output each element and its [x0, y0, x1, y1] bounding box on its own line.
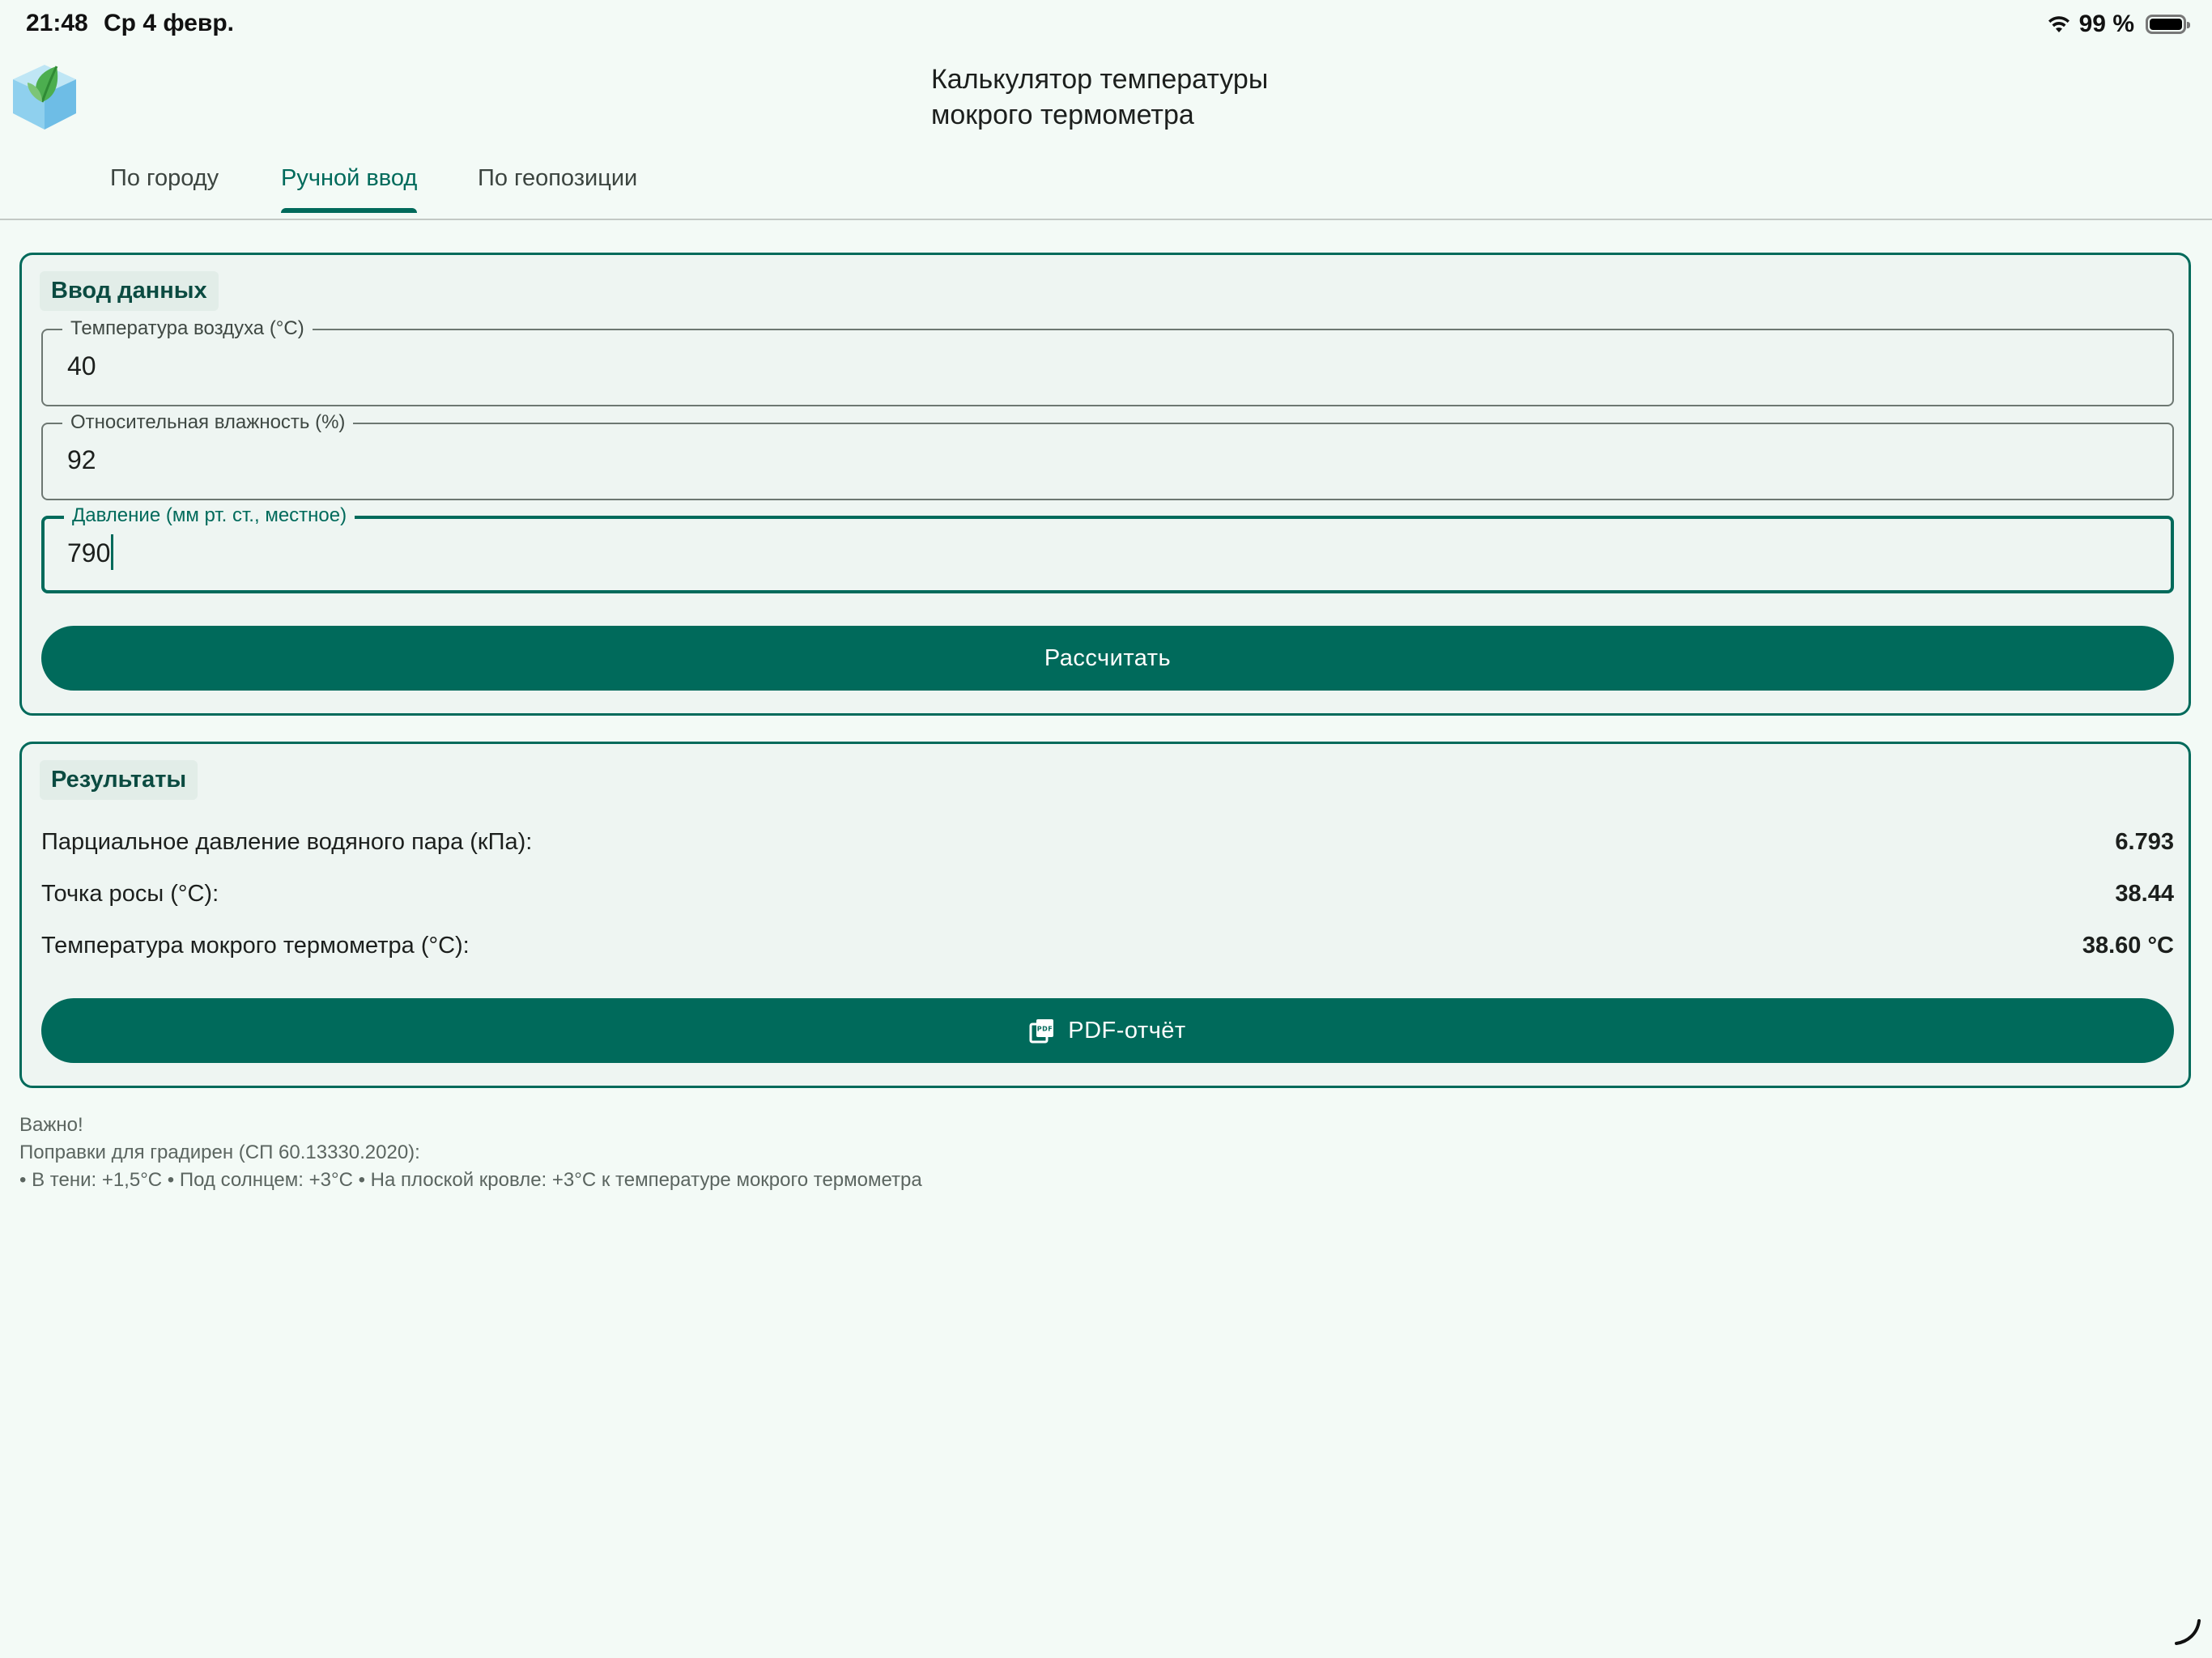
vapor-pressure-value: 6.793 [2115, 829, 2174, 855]
app-logo-icon [13, 65, 76, 130]
result-row-vapor-pressure: Парциальное давление водяного пара (кПа)… [41, 829, 2174, 865]
battery-level [2150, 19, 2182, 30]
pressure-value: 790 [67, 538, 111, 568]
tab-by-city[interactable]: По городу [110, 165, 219, 213]
wet-bulb-label: Температура мокрого термометра (°C): [41, 933, 470, 959]
relative-humidity-value: 92 [67, 445, 96, 474]
status-indicators: 99 % [2047, 8, 2190, 40]
tab-bar: По городу Ручной ввод По геопозиции [0, 154, 2212, 220]
tab-by-geolocation-label: По геопозиции [478, 165, 638, 191]
result-row-wet-bulb: Температура мокрого термометра (°C): 38.… [41, 933, 2174, 968]
tab-by-city-label: По городу [110, 165, 219, 191]
pdf-icon: PDF [1029, 1019, 1054, 1044]
status-date: Ср 4 февр. [104, 10, 234, 36]
air-temperature-value: 40 [67, 351, 96, 380]
wet-bulb-value: 38.60 °C [2082, 933, 2174, 959]
corner-gesture-icon [2175, 1619, 2201, 1645]
wifi-icon [2048, 16, 2069, 32]
dew-point-label: Точка росы (°C): [41, 881, 219, 907]
results-card: Результаты Парциальное давление водяного… [19, 742, 2191, 1088]
relative-humidity-label: Относительная влажность (%) [62, 411, 354, 434]
notes-corrections: • В тени: +1,5°C • Под солнцем: +3°C • Н… [19, 1169, 922, 1191]
tab-manual-input-label: Ручной ввод [281, 165, 418, 191]
pressure-value-container: 790 [67, 534, 114, 570]
vapor-pressure-label: Парциальное давление водяного пара (кПа)… [41, 829, 533, 855]
battery-percent: 99 % [2078, 11, 2134, 37]
calculate-button[interactable]: Рассчитать [41, 626, 2174, 691]
notes: Важно! Поправки для градирен (СП 60.1333… [19, 1112, 922, 1194]
dew-point-value: 38.44 [2115, 881, 2174, 907]
input-card-title: Ввод данных [40, 271, 219, 311]
status-time: 21:48 [26, 10, 88, 36]
page-title-line-1: Калькулятор температуры [931, 64, 1269, 95]
pressure-field[interactable]: Давление (мм рт. ст., местное) 790 [41, 504, 2174, 593]
results-card-title: Результаты [40, 760, 198, 800]
tab-manual-input[interactable]: Ручной ввод [281, 165, 418, 213]
page-title: Калькулятор температуры мокрого термомет… [931, 62, 1385, 133]
result-row-dew-point: Точка росы (°C): 38.44 [41, 881, 2174, 916]
notes-heading: Важно! [19, 1114, 83, 1136]
status-bar: 21:48 Ср 4 февр. 99 % [0, 0, 2212, 52]
pdf-report-label: PDF-отчёт [1068, 1017, 1186, 1044]
air-temperature-label: Температура воздуха (°C) [62, 317, 313, 340]
text-caret [111, 534, 114, 570]
input-card: Ввод данных Температура воздуха (°C) 40 … [19, 253, 2191, 716]
pdf-report-button[interactable]: PDF PDF-отчёт [41, 998, 2174, 1063]
active-tab-indicator [281, 208, 418, 213]
svg-text:PDF: PDF [1037, 1026, 1053, 1033]
air-temperature-field[interactable]: Температура воздуха (°C) 40 [41, 317, 2174, 406]
notes-subheading: Поправки для градирен (СП 60.13330.2020)… [19, 1141, 420, 1163]
pressure-label: Давление (мм рт. ст., местное) [64, 504, 355, 527]
calculate-button-label: Рассчитать [1044, 644, 1172, 671]
relative-humidity-field[interactable]: Относительная влажность (%) 92 [41, 411, 2174, 500]
battery-icon [2146, 15, 2190, 34]
page-title-line-2: мокрого термометра [931, 100, 1194, 130]
tab-by-geolocation[interactable]: По геопозиции [478, 165, 637, 213]
